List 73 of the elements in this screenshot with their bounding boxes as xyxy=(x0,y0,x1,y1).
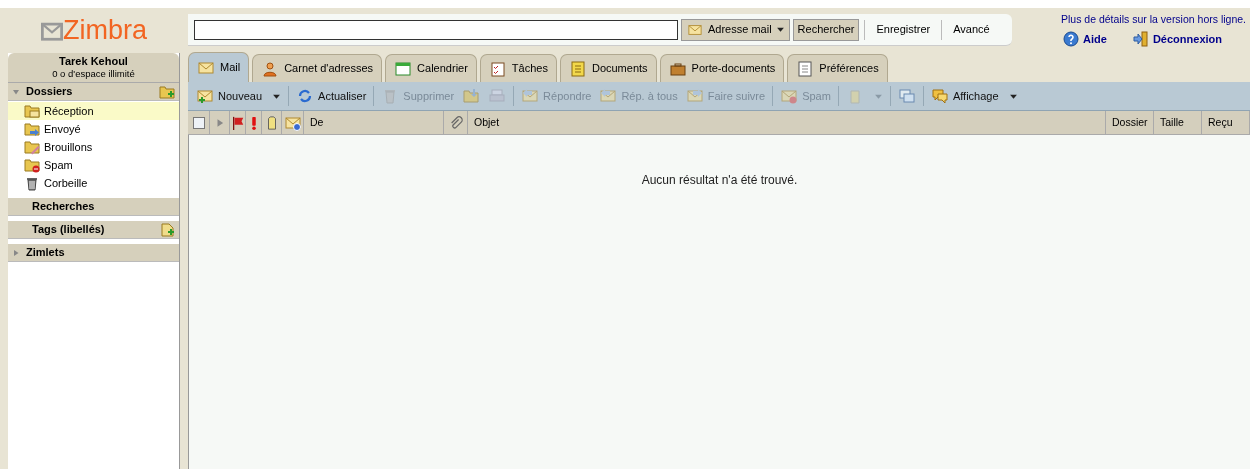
logout-link[interactable]: Déconnexion xyxy=(1132,30,1222,48)
toolbar-button[interactable]: Actualiser xyxy=(292,84,371,108)
forward-icon xyxy=(685,88,704,104)
spam-icon xyxy=(780,88,799,104)
select-all-checkbox[interactable] xyxy=(192,116,205,129)
tab[interactable]: Mail xyxy=(188,52,250,82)
folder-item[interactable]: Réception xyxy=(8,102,179,120)
calendar-icon xyxy=(394,60,413,77)
column-title[interactable]: Objet xyxy=(474,114,500,131)
flag-icon xyxy=(230,115,245,130)
reply-all-icon xyxy=(599,88,618,104)
person-icon xyxy=(261,60,280,77)
advanced-search-button[interactable]: Avancé xyxy=(947,18,996,41)
tab[interactable]: Porte-documents xyxy=(659,54,785,82)
offline-version-link[interactable]: Plus de détails sur la version hors ligne. xyxy=(1061,12,1246,28)
paperclip-icon xyxy=(448,115,463,130)
tab[interactable]: Tâches xyxy=(479,54,557,82)
move-to-folder-icon xyxy=(462,88,481,104)
search-button[interactable]: Rechercher xyxy=(792,18,860,41)
folder-item[interactable]: Corbeille xyxy=(8,174,179,192)
new-message-icon xyxy=(196,88,214,104)
checklist-icon xyxy=(488,60,507,77)
toolbar-button[interactable]: Affichage xyxy=(926,84,1022,108)
reply-icon xyxy=(521,88,540,104)
zimbra-logo: Zimbra xyxy=(41,17,147,44)
column-title[interactable]: De xyxy=(310,114,324,131)
search-field[interactable] xyxy=(194,19,678,40)
inbox-folder-icon xyxy=(24,103,40,119)
section-title: Dossiers xyxy=(26,84,74,100)
spam-folder-icon xyxy=(24,157,40,173)
message-status-icon xyxy=(284,114,301,131)
column-title[interactable]: Reçu xyxy=(1208,114,1233,131)
section-title: Tags (libellés) xyxy=(32,222,106,238)
list-icon xyxy=(796,60,815,77)
tab[interactable]: Calendrier xyxy=(385,54,477,82)
help-link[interactable]: Aide xyxy=(1063,30,1107,48)
folder-item[interactable]: Envoyé xyxy=(8,120,179,138)
account-name: Tarek Kehoul xyxy=(59,55,128,68)
folder-item[interactable]: Spam xyxy=(8,156,179,174)
section-header[interactable]: Dossiers xyxy=(8,83,179,101)
toolbar-button[interactable]: Nouveau xyxy=(192,84,286,108)
search-scope-dropdown[interactable]: Adresse mail xyxy=(681,18,790,41)
empty-message: Aucun résultat n'a été trouvé. xyxy=(641,172,798,189)
section-header[interactable]: Zimlets xyxy=(8,244,179,262)
notebook-icon xyxy=(568,60,587,77)
section-title: Zimlets xyxy=(26,245,66,261)
save-search-button[interactable]: Enregistrer xyxy=(870,18,937,41)
speech-bubbles-icon xyxy=(930,88,949,104)
folder-item[interactable]: Brouillons xyxy=(8,138,179,156)
windows-icon xyxy=(897,88,916,104)
section-title: Recherches xyxy=(32,199,96,215)
tab[interactable]: Carnet d'adresses xyxy=(252,54,383,82)
exit-door-icon xyxy=(1132,31,1149,47)
caret-icon xyxy=(775,25,785,34)
drafts-folder-icon xyxy=(24,139,40,155)
tab[interactable]: Documents xyxy=(559,54,657,82)
column-title[interactable]: Taille xyxy=(1160,114,1184,131)
help-icon xyxy=(1063,31,1080,47)
new-tag-icon xyxy=(159,221,175,238)
column-title[interactable]: Dossier xyxy=(1112,114,1148,131)
tab[interactable]: Préférences xyxy=(787,54,888,82)
section-header[interactable]: Tags (libellés) xyxy=(8,221,179,239)
sent-folder-icon xyxy=(24,121,40,137)
envelope-icon xyxy=(686,22,704,37)
collapsed-arrow-icon xyxy=(12,248,20,257)
new-folder-icon xyxy=(159,83,175,100)
trash-icon xyxy=(24,175,40,191)
expanded-arrow-icon xyxy=(12,87,20,96)
envelope-icon xyxy=(197,59,215,76)
printer-icon xyxy=(488,88,507,104)
quota-text: 0 o d'espace illimité xyxy=(52,68,135,80)
section-header[interactable]: Recherches xyxy=(8,198,179,216)
briefcase-icon xyxy=(668,60,687,77)
